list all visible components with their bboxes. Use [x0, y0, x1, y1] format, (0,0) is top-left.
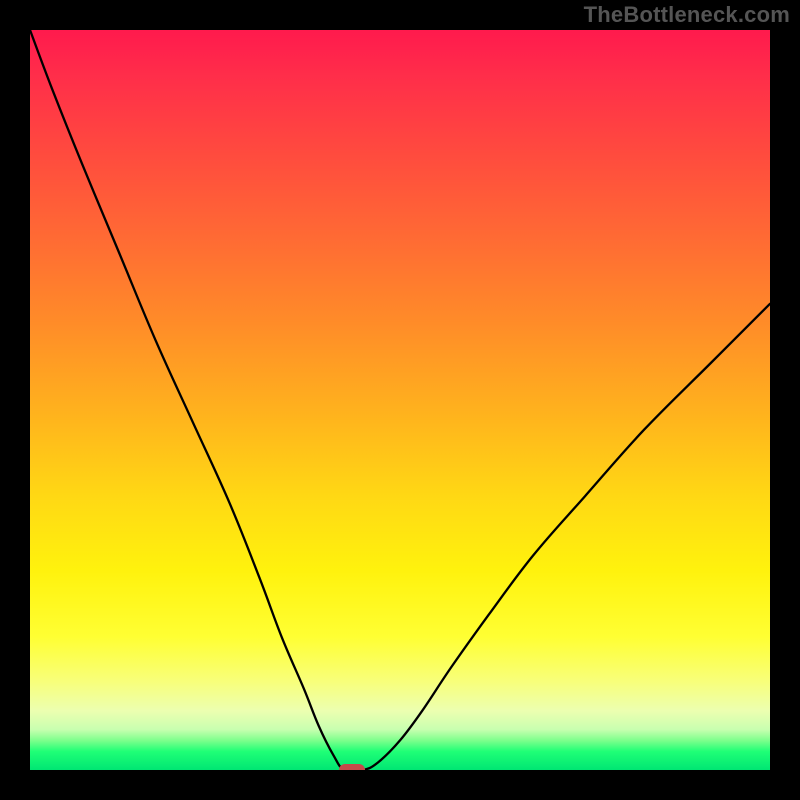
plot-area	[30, 30, 770, 770]
watermark-text: TheBottleneck.com	[584, 2, 790, 28]
chart-frame: TheBottleneck.com	[0, 0, 800, 800]
bottleneck-curve-svg	[30, 30, 770, 770]
optimal-point-marker	[339, 764, 365, 770]
bottleneck-curve-path	[30, 30, 770, 770]
